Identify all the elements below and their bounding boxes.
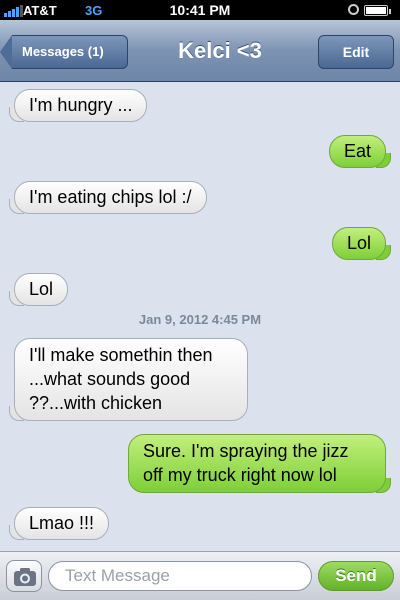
camera-button[interactable]: [6, 560, 42, 592]
message-bubble-incoming[interactable]: I'm hungry ...: [8, 89, 148, 122]
rotation-lock-icon: [348, 4, 359, 15]
message-bubble-incoming[interactable]: I'll make somethin then ...what sounds g…: [9, 338, 248, 421]
message-timestamp: Jan 9, 2012 4:45 PM: [138, 312, 262, 327]
message-bubble-outgoing[interactable]: Sure. I'm spraying the jizz off my truck…: [128, 434, 391, 493]
navigation-bar: Messages (1) Kelci <3 Edit: [0, 20, 400, 82]
back-to-messages-button[interactable]: Messages (1): [0, 35, 128, 69]
message-bubble-outgoing[interactable]: Lol: [331, 227, 392, 260]
status-time: 10:41 PM: [169, 2, 231, 18]
send-button[interactable]: Send: [318, 561, 394, 591]
battery-icon: [364, 5, 391, 16]
message-composer: Text Message Send: [0, 551, 400, 600]
conversation-title: Kelci <3: [178, 38, 262, 63]
message-bubble-incoming[interactable]: I'm eating chips lol :/: [9, 181, 207, 214]
camera-icon: [14, 568, 36, 586]
message-input[interactable]: Text Message: [48, 561, 312, 591]
edit-button[interactable]: Edit: [318, 35, 394, 69]
status-bar: AT&T 3G 10:41 PM: [0, 0, 400, 20]
message-bubble-outgoing[interactable]: Eat: [328, 135, 392, 168]
message-bubble-incoming[interactable]: Lol: [8, 273, 69, 306]
message-bubble-incoming[interactable]: Lmao !!!: [8, 507, 110, 540]
